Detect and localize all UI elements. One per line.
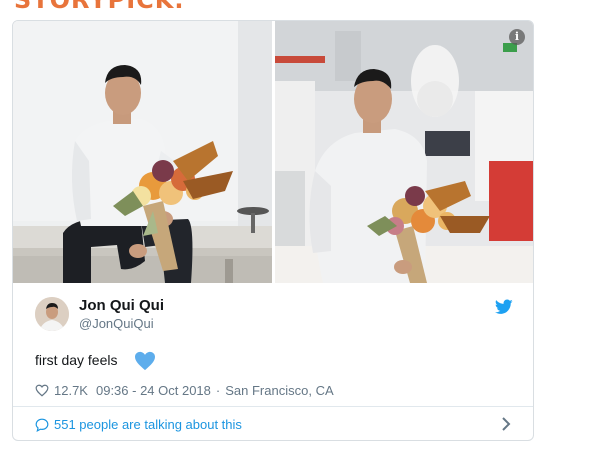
tweet-timestamp[interactable]: 09:36 - 24 Oct 2018 [96, 383, 211, 398]
twitter-bird-icon[interactable] [495, 299, 513, 315]
author-avatar[interactable] [35, 297, 69, 331]
conversation-link[interactable]: 551 people are talking about this [13, 407, 533, 440]
meta-separator: · [215, 383, 221, 398]
embedded-tweet-card[interactable]: i Jon Qui Qui @JonQuiQui first day feels… [12, 20, 534, 441]
like-count[interactable]: 12.7K [54, 383, 88, 398]
author-name[interactable]: Jon Qui Qui [79, 297, 164, 314]
author-handle[interactable]: @JonQuiQui [79, 316, 154, 331]
site-brand-logo[interactable]: STORYPICK. [14, 0, 184, 14]
talking-label[interactable]: 551 people are talking about this [54, 417, 242, 432]
tweet-body: Jon Qui Qui @JonQuiQui first day feels 1… [13, 283, 533, 440]
chevron-right-icon[interactable] [501, 416, 511, 432]
tweet-text: first day feels [35, 352, 118, 368]
info-icon[interactable]: i [509, 29, 525, 45]
blue-heart-icon [135, 351, 155, 371]
site-header-strip: STORYPICK. [0, 0, 600, 14]
tweet-photo-left[interactable] [13, 21, 272, 283]
tweet-media[interactable]: i [13, 21, 533, 283]
tweet-location[interactable]: San Francisco, CA [225, 383, 333, 398]
tweet-meta-row: 12.7K 09:36 - 24 Oct 2018 · San Francisc… [35, 383, 334, 398]
speech-bubble-icon [35, 418, 49, 432]
tweet-photo-right[interactable]: i [275, 21, 533, 283]
heart-outline-icon[interactable] [35, 384, 49, 397]
